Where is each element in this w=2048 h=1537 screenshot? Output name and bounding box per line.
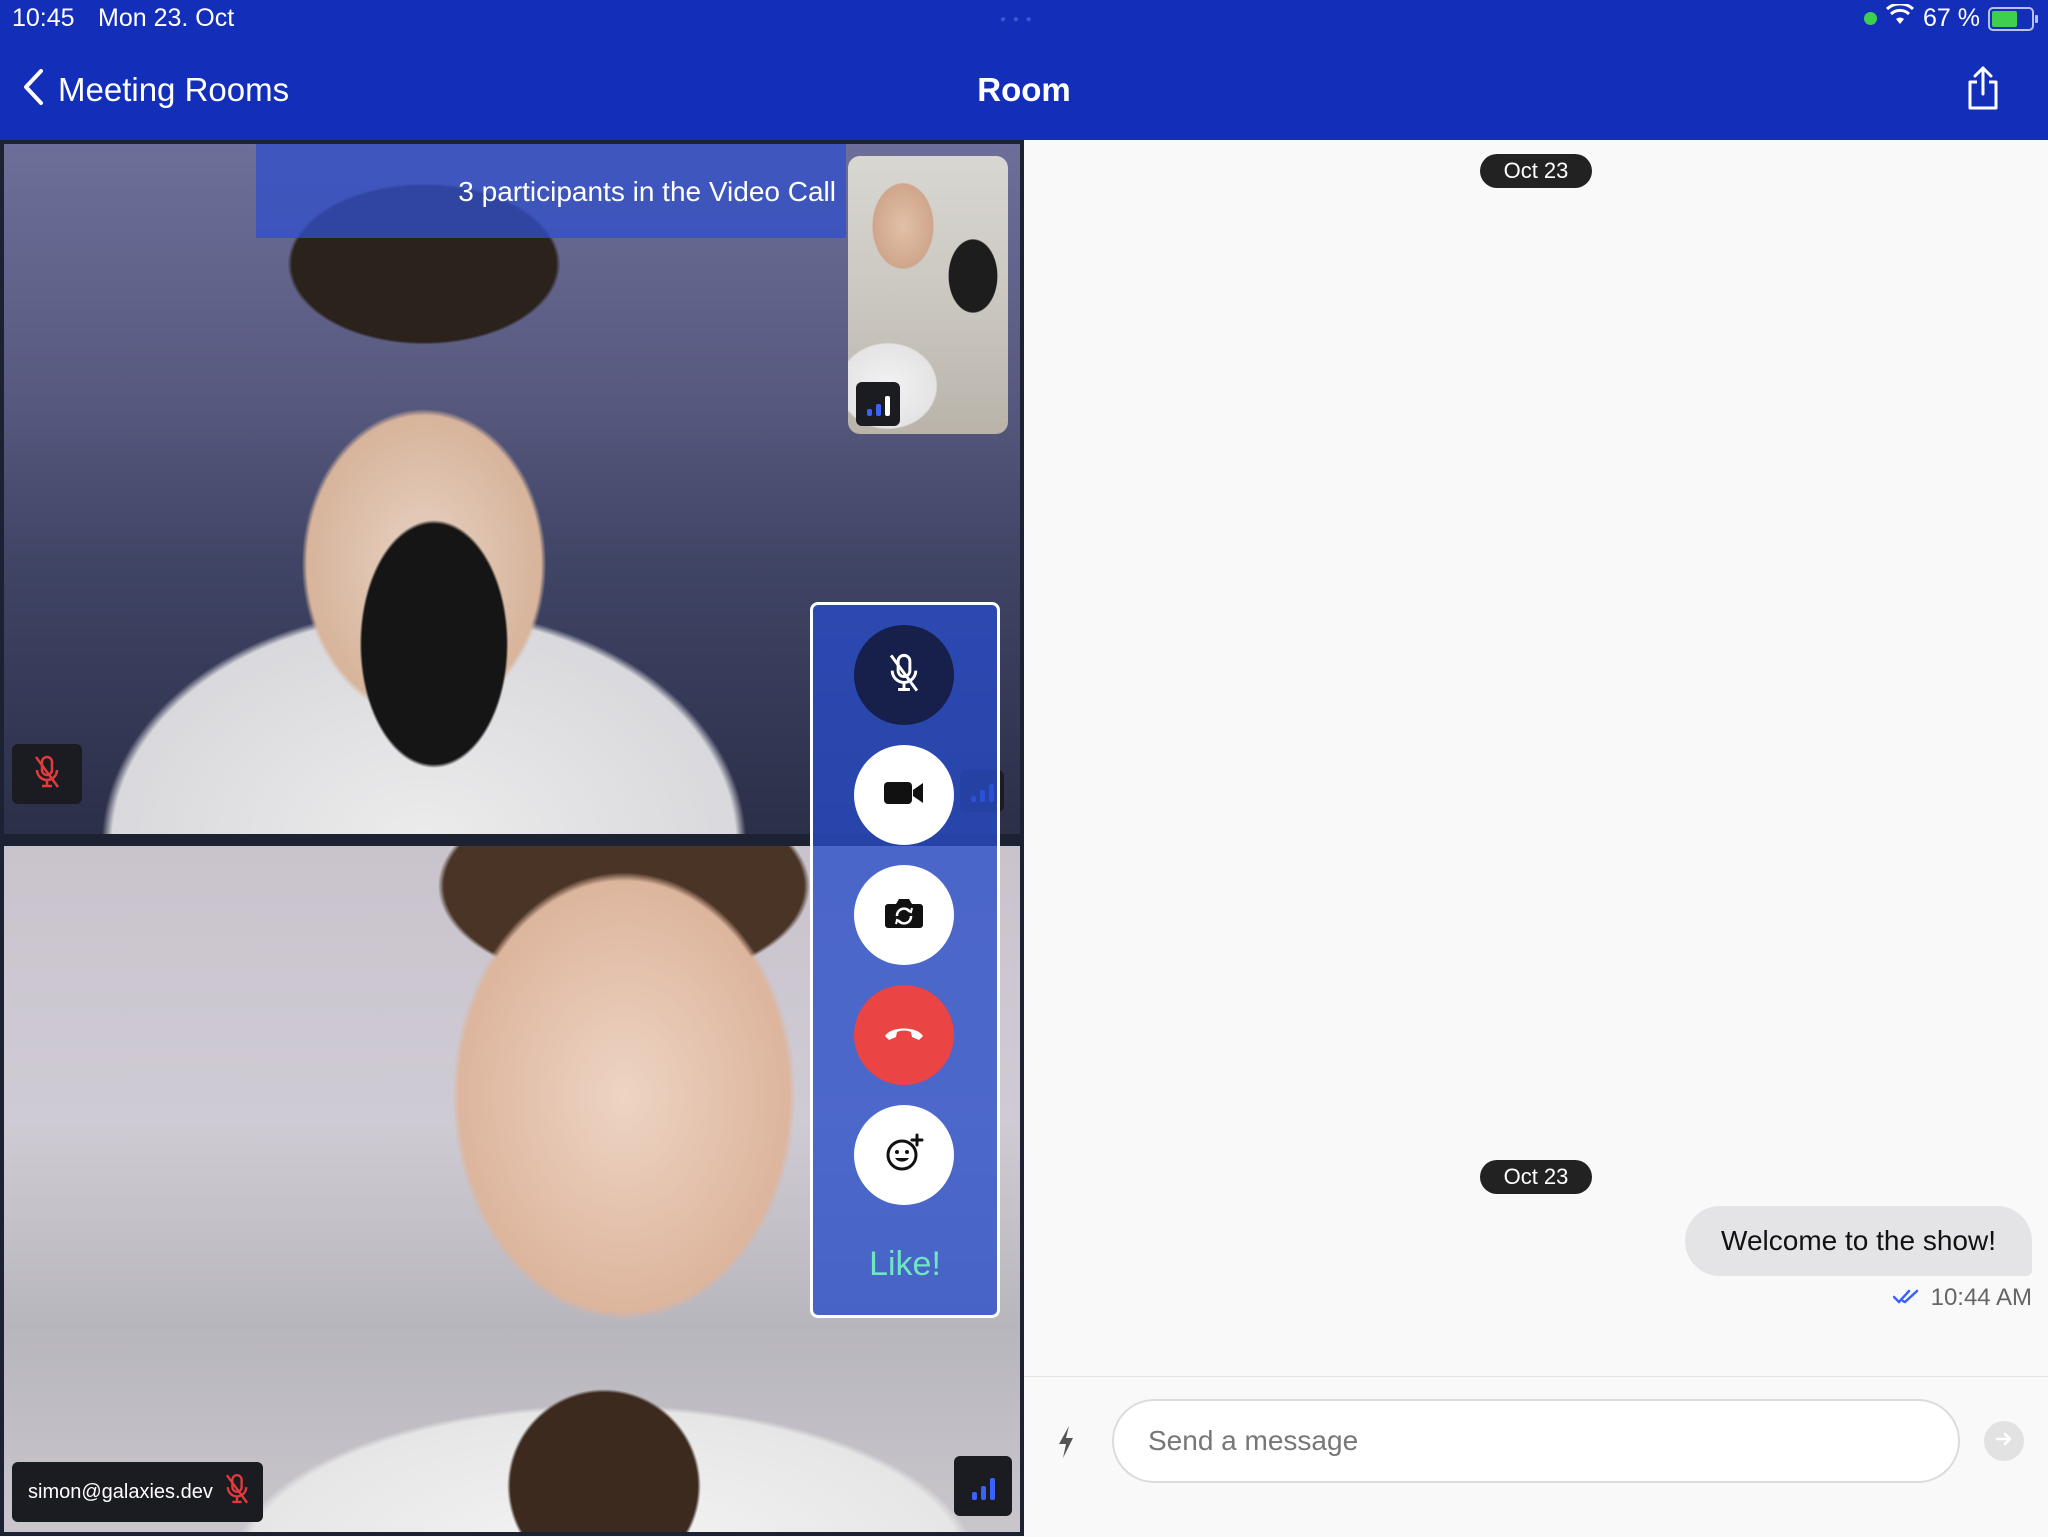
status-indicators: 67 % xyxy=(1864,2,2038,33)
quick-actions-button[interactable] xyxy=(1056,1425,1076,1464)
page-title: Room xyxy=(977,71,1071,108)
self-view-video[interactable] xyxy=(848,156,1008,434)
mic-off-icon xyxy=(887,653,921,698)
participant-name-tag: simon@galaxies.dev xyxy=(12,1462,263,1522)
call-controls-panel: Like! xyxy=(810,602,1000,1318)
send-button[interactable] xyxy=(1984,1421,2024,1461)
battery-percentage: 67 % xyxy=(1923,4,1980,32)
status-date: Mon 23. Oct xyxy=(98,4,235,32)
toggle-camera-button[interactable] xyxy=(854,745,954,845)
mic-off-icon xyxy=(225,1473,249,1511)
lightning-icon xyxy=(1056,1426,1076,1463)
date-separator: Oct 23 xyxy=(1480,154,1592,188)
muted-indicator xyxy=(12,744,82,804)
double-check-icon xyxy=(1892,1284,1921,1312)
flip-camera-button[interactable] xyxy=(854,865,954,965)
navigation-bar: 10:45 Mon 23. Oct ● ● ● 67 % Meeting Roo… xyxy=(0,0,2048,140)
participant-name: simon@galaxies.dev xyxy=(28,1480,213,1503)
phone-hangup-icon xyxy=(883,1024,925,1047)
end-call-button[interactable] xyxy=(854,985,954,1085)
battery-icon xyxy=(1988,6,2038,31)
wifi-icon xyxy=(1885,2,1915,33)
camera-flip-icon xyxy=(884,897,924,934)
status-time: 10:45 xyxy=(12,4,75,32)
emoji-add-icon xyxy=(884,1133,924,1178)
message-status: 10:44 AM xyxy=(1892,1284,2032,1312)
video-call-area: 3 participants in the Video Call simon@g… xyxy=(0,140,1024,1536)
video-camera-icon xyxy=(883,779,925,812)
chat-panel: Oct 23 Oct 23 Welcome to the show! 10:44… xyxy=(1024,140,2048,1537)
message-bubble[interactable]: Welcome to the show! xyxy=(1685,1206,2032,1276)
add-reaction-button[interactable] xyxy=(854,1105,954,1205)
reaction-label: Like! xyxy=(869,1245,941,1283)
participants-banner: 3 participants in the Video Call xyxy=(256,144,846,238)
mic-off-icon xyxy=(34,755,60,794)
share-icon xyxy=(1966,66,2000,114)
share-button[interactable] xyxy=(1966,66,2000,115)
camera-in-use-indicator xyxy=(1864,12,1878,25)
message-time: 10:44 AM xyxy=(1930,1284,2032,1311)
date-separator: Oct 23 xyxy=(1480,1160,1592,1194)
signal-strength-icon xyxy=(954,1456,1012,1516)
toggle-mic-button[interactable] xyxy=(854,625,954,725)
arrow-right-icon xyxy=(1995,1431,2013,1452)
multitasking-dots-icon[interactable]: ● ● ● xyxy=(1000,14,1034,25)
message-composer xyxy=(1024,1376,2048,1537)
signal-strength-icon xyxy=(856,382,900,426)
message-input[interactable] xyxy=(1112,1399,1960,1483)
